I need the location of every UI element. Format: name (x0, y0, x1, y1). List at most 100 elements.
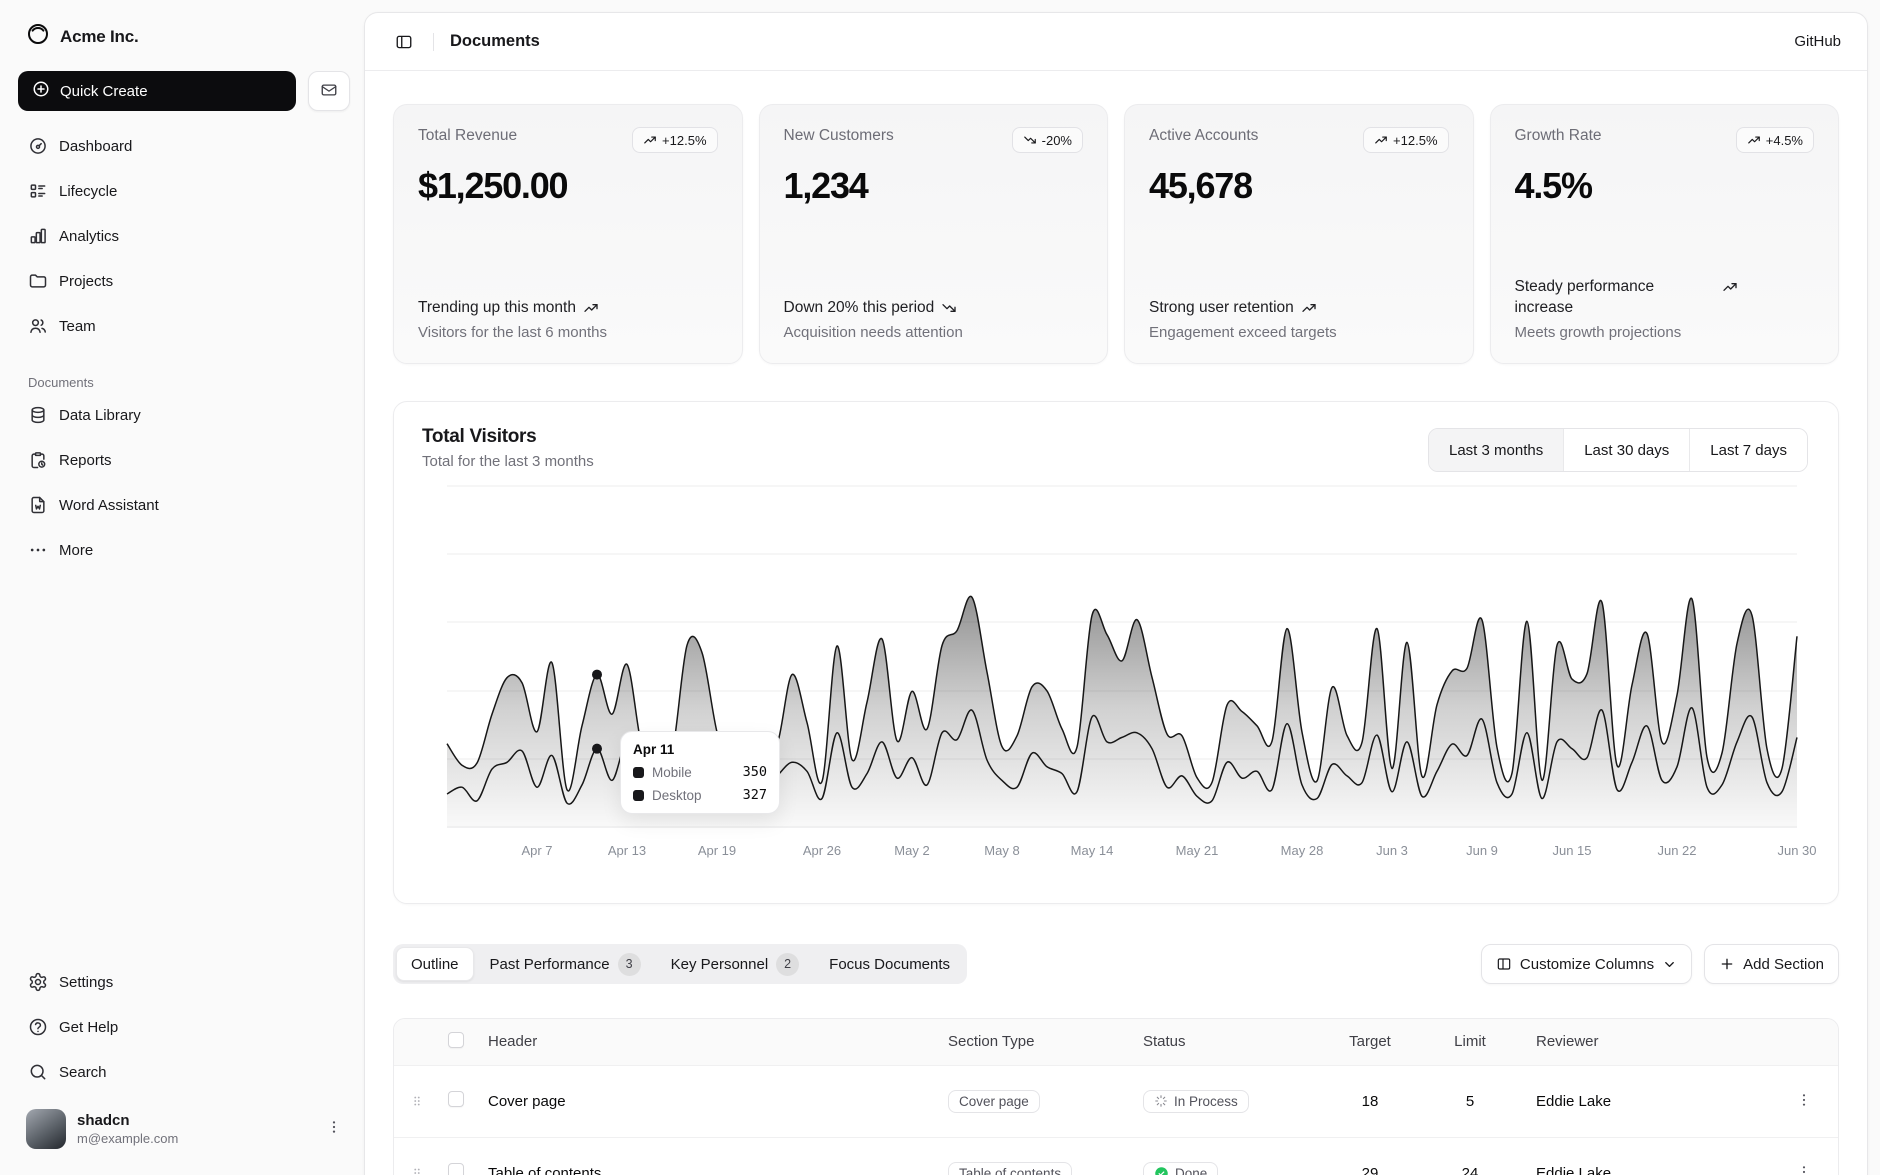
columns-icon (1496, 956, 1512, 972)
cell-reviewer[interactable]: Eddie Lake (1520, 1065, 1770, 1137)
stat-footline-1: Strong user retention (1149, 297, 1449, 318)
github-link[interactable]: GitHub (1794, 33, 1841, 50)
trending-up-icon (1747, 133, 1761, 147)
trending-up-icon (1301, 300, 1317, 316)
sidebar-item-data-library[interactable]: Data Library (18, 396, 350, 434)
table-header-row: Header Section Type Status Target Limit … (394, 1019, 1838, 1065)
x-axis-labels: Apr 7Apr 13Apr 19Apr 26May 2May 8May 14M… (447, 843, 1797, 863)
brand[interactable]: Acme Inc. (18, 18, 350, 55)
sidebar-item-label: Analytics (59, 228, 119, 245)
cell-target[interactable]: 29 (1320, 1137, 1420, 1175)
trend-badge: +12.5% (1363, 127, 1448, 153)
sidebar-item-reports[interactable]: Reports (18, 441, 350, 479)
section-tabs: Outline Past Performance 3 Key Personnel… (393, 944, 967, 984)
quick-create-button[interactable]: Quick Create (18, 71, 296, 111)
column-header: Limit (1420, 1019, 1520, 1065)
sidebar-item-label: Reports (59, 452, 112, 469)
sidebar-item-search[interactable]: Search (18, 1053, 350, 1091)
tooltip-row-desktop: Desktop 327 (633, 787, 767, 803)
sidebar-item-get-help[interactable]: Get Help (18, 1008, 350, 1046)
column-header: Target (1320, 1019, 1420, 1065)
sidebar-item-label: Lifecycle (59, 183, 117, 200)
sidebar-section-label: Documents (18, 375, 350, 390)
list-details-icon (28, 181, 48, 201)
database-icon (28, 405, 48, 425)
tab-outline[interactable]: Outline (396, 947, 474, 981)
x-tick-label: Apr 26 (803, 843, 841, 858)
report-icon (28, 450, 48, 470)
range-last-7-days[interactable]: Last 7 days (1689, 429, 1807, 471)
x-tick-label: Jun 22 (1657, 843, 1696, 858)
sidebar-toggle-button[interactable] (391, 29, 417, 55)
sidebar-item-projects[interactable]: Projects (18, 262, 350, 300)
tooltip-series-value: 350 (743, 764, 767, 780)
stat-footline-2: Visitors for the last 6 months (418, 324, 718, 341)
inbox-button[interactable] (308, 71, 350, 111)
sidebar-item-team[interactable]: Team (18, 307, 350, 345)
app-root: Acme Inc. Quick Create (0, 0, 1880, 1175)
customize-columns-button[interactable]: Customize Columns (1481, 944, 1692, 984)
section-type-badge: Cover page (948, 1090, 1040, 1113)
documents-nav: Data Library Reports Word Assistant More (18, 396, 350, 569)
user-email: m@example.com (77, 1131, 178, 1146)
brand-name: Acme Inc. (60, 27, 139, 47)
stat-title: New Customers (784, 127, 894, 145)
drag-handle-icon[interactable] (402, 1166, 432, 1175)
chart-plot-area[interactable]: Apr 11 Mobile 350 Desktop 327 (447, 479, 1797, 839)
quick-create-label: Quick Create (60, 83, 148, 100)
row-checkbox[interactable] (448, 1163, 464, 1175)
user-menu[interactable]: shadcn m@example.com (18, 1103, 350, 1155)
range-last-3-months[interactable]: Last 3 months (1429, 429, 1563, 471)
column-header: Reviewer (1520, 1019, 1770, 1065)
x-tick-label: Jun 30 (1777, 843, 1816, 858)
cell-header[interactable]: Table of contents (480, 1137, 940, 1175)
status-badge: Done (1143, 1162, 1218, 1175)
table-row[interactable]: Table of contents Table of contents Done… (394, 1137, 1838, 1175)
sidebar-item-label: Dashboard (59, 138, 132, 155)
column-header: Header (480, 1019, 940, 1065)
sidebar-item-word-assistant[interactable]: Word Assistant (18, 486, 350, 524)
cell-reviewer[interactable]: Eddie Lake (1520, 1137, 1770, 1175)
sidebar-item-settings[interactable]: Settings (18, 963, 350, 1001)
trend-badge-value: +4.5% (1766, 133, 1803, 148)
more-vertical-icon[interactable] (326, 1119, 342, 1140)
stat-title: Total Revenue (418, 127, 517, 145)
sidebar-item-more[interactable]: More (18, 531, 350, 569)
cell-limit[interactable]: 24 (1420, 1137, 1520, 1175)
sidebar-spacer (18, 569, 350, 947)
x-tick-label: May 21 (1176, 843, 1219, 858)
stat-footline-2: Engagement exceed targets (1149, 324, 1449, 341)
circle-plus-icon (32, 80, 50, 102)
tab-key-personnel[interactable]: Key Personnel 2 (657, 947, 814, 981)
add-section-button[interactable]: Add Section (1704, 944, 1839, 984)
tab-focus-documents[interactable]: Focus Documents (815, 947, 964, 981)
row-actions-button[interactable] (1792, 1160, 1816, 1175)
cell-target[interactable]: 18 (1320, 1065, 1420, 1137)
x-tick-label: Jun 3 (1376, 843, 1408, 858)
select-all-checkbox[interactable] (448, 1032, 464, 1048)
tooltip-series-value: 327 (743, 787, 767, 803)
circle-check-icon (1154, 1166, 1169, 1175)
folder-icon (28, 271, 48, 291)
sidebar-item-dashboard[interactable]: Dashboard (18, 127, 350, 165)
table-row[interactable]: Cover page Cover page In Process 18 5 Ed… (394, 1065, 1838, 1137)
row-checkbox[interactable] (448, 1091, 464, 1107)
active-dot (592, 744, 602, 754)
sidebar-item-lifecycle[interactable]: Lifecycle (18, 172, 350, 210)
trending-down-icon (1023, 133, 1037, 147)
row-actions-button[interactable] (1792, 1088, 1816, 1115)
quick-create-row: Quick Create (18, 71, 350, 111)
cell-limit[interactable]: 5 (1420, 1065, 1520, 1137)
cell-header[interactable]: Cover page (480, 1065, 940, 1137)
sidebar-item-analytics[interactable]: Analytics (18, 217, 350, 255)
main-panel: Documents GitHub Total Revenue +12.5% $1… (364, 12, 1868, 1175)
drag-handle-icon[interactable] (402, 1094, 432, 1108)
tab-past-performance[interactable]: Past Performance 3 (476, 947, 655, 981)
stat-cards: Total Revenue +12.5% $1,250.00 Trending … (365, 71, 1867, 364)
stat-card-growth-rate: Growth Rate +4.5% 4.5% Steady performanc… (1490, 104, 1840, 364)
sidebar-item-label: Word Assistant (59, 497, 159, 514)
tab-count-badge: 2 (776, 953, 799, 976)
trend-badge: +4.5% (1736, 127, 1814, 153)
range-last-30-days[interactable]: Last 30 days (1563, 429, 1689, 471)
mail-icon (320, 81, 338, 102)
